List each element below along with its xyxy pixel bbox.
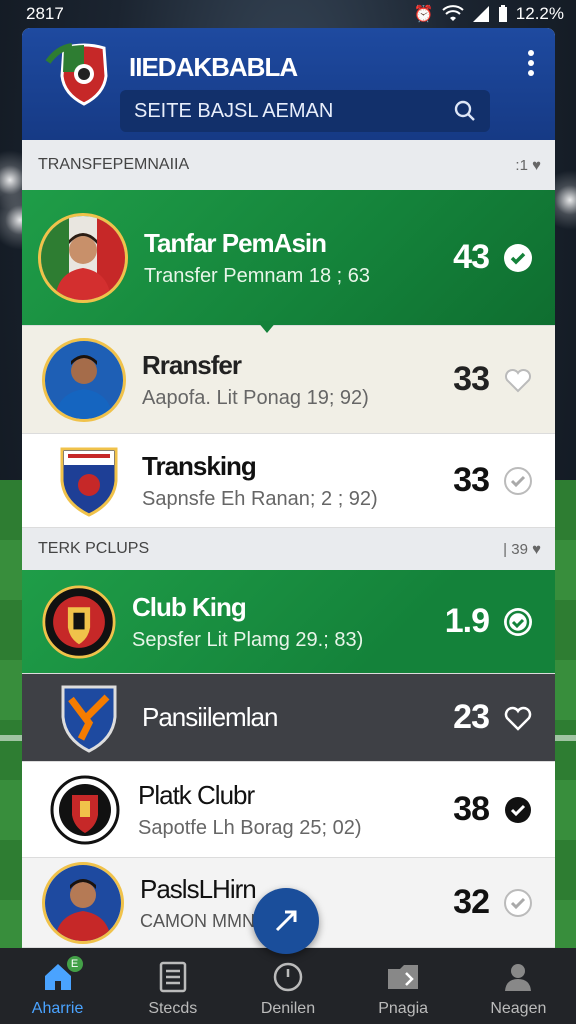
section-count: :1 xyxy=(515,156,528,174)
section-meta: :1 ♥ xyxy=(515,157,541,174)
app-logo xyxy=(45,43,108,106)
bottom-navigation: E Aharrie Stecds Denilen Pnagia Neagen xyxy=(0,948,576,1024)
home-icon: E xyxy=(41,956,83,994)
battery-level: 12.2% xyxy=(515,4,564,23)
search-icon[interactable] xyxy=(454,100,476,122)
club-crest-icon xyxy=(52,678,126,758)
overflow-menu-icon[interactable] xyxy=(527,50,535,76)
row-text: Pansiilemlan xyxy=(126,702,429,733)
check-icon[interactable] xyxy=(503,888,533,918)
row-title: Pansiilemlan xyxy=(142,702,278,732)
like-check-icon[interactable] xyxy=(503,607,533,637)
avatar xyxy=(38,212,128,303)
section-title: TRANSFEPEMNAIIA xyxy=(38,156,190,173)
list-item[interactable]: Rransfer Aapofa. Lit Ponag 19; 92) 33 xyxy=(22,326,555,434)
status-time: 2817 xyxy=(26,4,64,23)
row-text: Tanfar PemAsin Transfer Pemnam 18 ; 63 xyxy=(128,228,429,288)
app-title: IIEDAKBABLA xyxy=(129,52,298,82)
nav-label: Pnagia xyxy=(378,1000,429,1017)
row-text: Platk Clubr Sapotfe Lh Borag 25; 02) xyxy=(122,780,429,840)
row-title: Club King xyxy=(132,591,247,622)
row-title: Tanfar PemAsin xyxy=(144,227,327,258)
list-item[interactable]: Platk Clubr Sapotfe Lh Borag 25; 02) 38 xyxy=(22,762,555,858)
main-card: IIEDAKBABLA TRANSFEPEMNAIIA :1 ♥ Tanfar … xyxy=(22,28,555,948)
row-value: 38 xyxy=(453,790,490,828)
nav-label: Neagen xyxy=(490,1000,547,1017)
list-icon xyxy=(156,960,190,994)
search-input[interactable] xyxy=(134,99,454,123)
club-crest-icon xyxy=(48,770,122,850)
check-icon[interactable] xyxy=(503,466,533,496)
section-header-clubs: TERK PCLUPS | 39 ♥ xyxy=(22,528,555,570)
row-value: 32 xyxy=(453,883,490,921)
nav-pages[interactable]: Pnagia xyxy=(353,960,453,1018)
person-icon xyxy=(501,960,535,994)
row-text: Club King Sepsfer Lit Plamg 29.; 83) xyxy=(116,592,429,652)
row-title: Rransfer xyxy=(142,349,242,380)
nav-badge: E xyxy=(66,956,83,972)
list-item[interactable]: Tanfar PemAsin Transfer Pemnam 18 ; 63 4… xyxy=(22,190,555,326)
avatar xyxy=(42,337,126,422)
avatar xyxy=(42,861,124,944)
row-text: Transking Sapnsfe Eh Ranan; 2 ; 92) xyxy=(126,451,429,511)
row-text: Rransfer Aapofa. Lit Ponag 19; 92) xyxy=(126,350,429,410)
clock-icon xyxy=(271,960,305,994)
heart-icon[interactable] xyxy=(503,703,533,733)
heart-icon[interactable] xyxy=(503,365,533,395)
status-bar: 2817 ⏰ 12.2% xyxy=(0,0,576,28)
floating-action-button[interactable] xyxy=(253,888,319,954)
nav-label: Denilen xyxy=(260,1000,316,1017)
section-title: TERK PCLUPS xyxy=(38,540,150,557)
nav-schedule[interactable]: Denilen xyxy=(238,960,338,1018)
club-crest-icon xyxy=(42,582,116,662)
row-value: 33 xyxy=(453,461,490,499)
battery-icon xyxy=(498,5,507,22)
row-title: Platk Clubr xyxy=(138,779,255,810)
transfer-arrow-icon xyxy=(275,910,297,932)
section-count: 39 xyxy=(511,540,528,558)
nav-label: Aharrie xyxy=(31,1000,84,1017)
nav-stats[interactable]: Stecds xyxy=(123,960,223,1018)
row-value: 1.9 xyxy=(444,602,490,640)
row-subtitle: Sepsfer Lit Plamg 29.; 83) xyxy=(132,628,364,651)
row-value: 23 xyxy=(453,698,490,736)
row-value: 43 xyxy=(453,238,490,276)
list-item[interactable]: Club King Sepsfer Lit Plamg 29.; 83) 1.9 xyxy=(22,570,555,674)
like-check-icon[interactable] xyxy=(503,243,533,273)
row-subtitle: Transfer Pemnam 18 ; 63 xyxy=(144,264,371,287)
section-header-transfers: TRANSFEPEMNAIIA :1 ♥ xyxy=(22,140,555,190)
nav-profile[interactable]: Neagen xyxy=(468,960,568,1018)
heart-small-icon: ♥ xyxy=(532,540,541,558)
signal-icon xyxy=(472,6,489,22)
row-subtitle: Aapofa. Lit Ponag 19; 92) xyxy=(142,386,369,409)
heart-small-icon: ♥ xyxy=(532,156,541,174)
check-icon[interactable] xyxy=(503,795,533,825)
app-header: IIEDAKBABLA xyxy=(22,28,555,140)
alarm-icon: ⏰ xyxy=(413,6,434,23)
row-subtitle: Sapnsfe Eh Ranan; 2 ; 92) xyxy=(142,487,378,510)
folder-icon xyxy=(386,960,420,994)
selection-pointer xyxy=(257,321,277,333)
row-subtitle: Sapotfe Lh Borag 25; 02) xyxy=(138,816,362,839)
list-item[interactable]: Transking Sapnsfe Eh Ranan; 2 ; 92) 33 xyxy=(22,434,555,528)
club-crest-icon xyxy=(52,441,126,521)
wifi-icon xyxy=(442,5,464,21)
list-item[interactable]: Pansiilemlan 23 xyxy=(22,674,555,762)
section-meta: | 39 ♥ xyxy=(503,540,541,558)
nav-home[interactable]: E Aharrie xyxy=(8,956,108,1018)
nav-label: Stecds xyxy=(148,1000,198,1017)
row-value: 33 xyxy=(453,360,490,398)
row-title: Transking xyxy=(142,450,257,481)
search-bar[interactable] xyxy=(120,90,490,132)
